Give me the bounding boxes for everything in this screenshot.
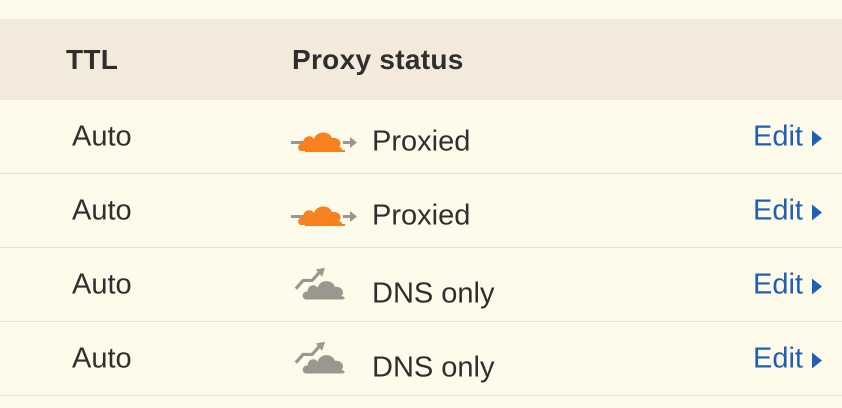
table-row: Auto DNS only Edit [0,322,842,396]
edit-link[interactable]: Edit [753,195,822,228]
table-header: TTL Proxy status [0,19,842,100]
caret-right-icon [812,130,822,146]
edit-link[interactable]: Edit [753,269,822,302]
dns-only-cloud-icon [294,267,345,300]
caret-right-icon [812,204,822,220]
edit-label: Edit [753,342,803,375]
proxy-status-label: DNS only [372,351,495,384]
proxy-status: DNS only [291,322,495,395]
edit-link[interactable]: Edit [753,343,822,376]
proxy-status: Proxied [291,174,470,247]
proxy-status-label: DNS only [372,277,495,310]
proxied-cloud-icon [291,205,357,226]
edit-label: Edit [753,194,803,227]
caret-right-icon [812,352,822,368]
table-row: Auto DNS only Edit [0,248,842,322]
caret-right-icon [812,278,822,294]
proxy-status-label: Proxied [372,125,471,158]
ttl-value: Auto [72,120,132,153]
edit-link[interactable]: Edit [753,121,822,154]
edit-label: Edit [753,120,803,153]
edit-label: Edit [753,268,803,301]
table-row: Auto Proxied Edit [0,100,842,174]
table-row: Auto Proxied Edit [0,174,842,248]
proxy-status: DNS only [291,248,495,321]
proxy-status: Proxied [291,100,470,173]
ttl-value: Auto [72,342,132,375]
column-header-proxy-status: Proxy status [292,44,464,75]
proxied-cloud-icon [291,131,357,152]
proxy-status-label: Proxied [372,199,471,232]
ttl-value: Auto [72,268,132,301]
ttl-value: Auto [72,194,132,227]
column-header-ttl: TTL [66,44,119,75]
dns-only-cloud-icon [294,341,345,374]
dns-records-table: TTL Proxy status Auto Proxied Edit Auto [0,19,842,396]
